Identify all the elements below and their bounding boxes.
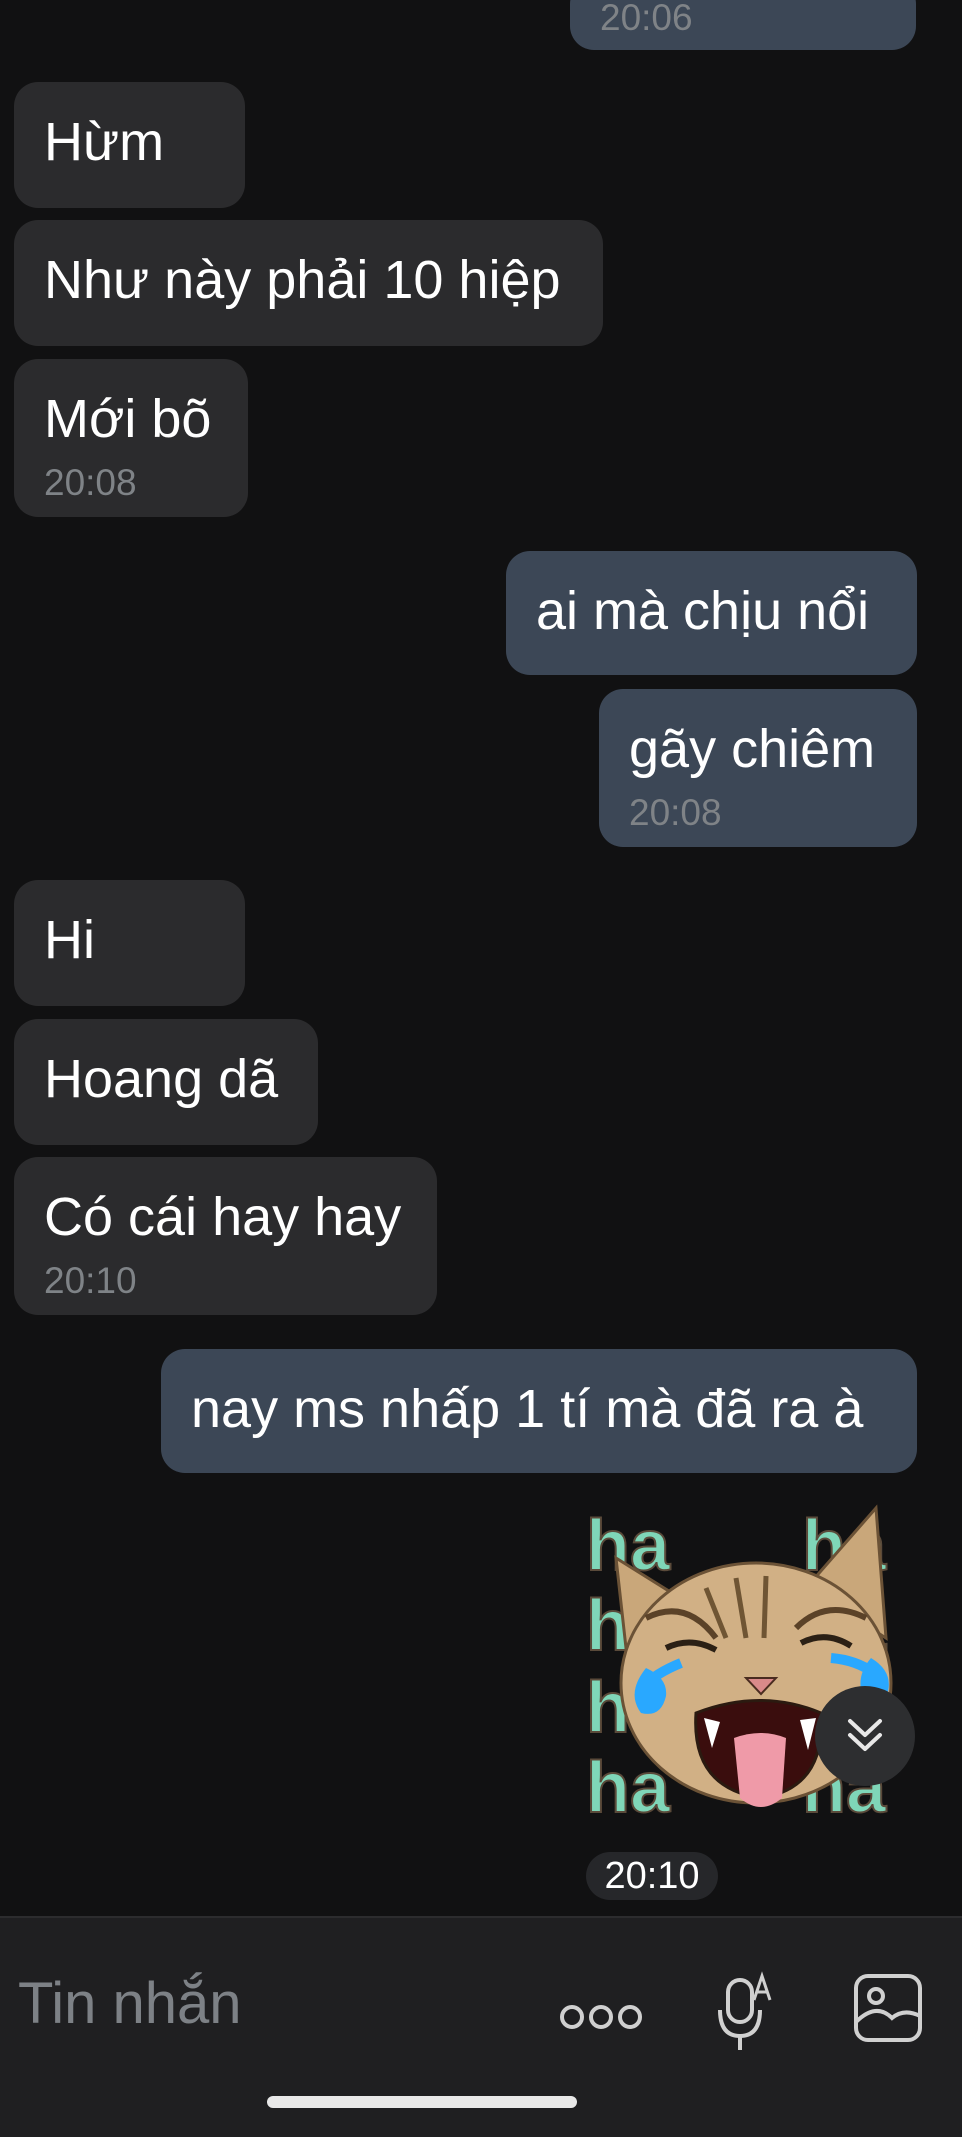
voice-to-text-button[interactable] <box>718 1970 774 2054</box>
message-text: ai mà chịu nổi <box>536 581 870 641</box>
message-bubble-incoming[interactable]: Hoang dã <box>14 1019 318 1145</box>
message-bubble-outgoing[interactable]: 20:06 <box>570 0 916 50</box>
message-text: Có cái hay hay <box>44 1187 402 1247</box>
message-text: gãy chiêm <box>629 719 876 779</box>
message-time: 20:08 <box>44 462 137 503</box>
message-bubble-incoming[interactable]: Hừm <box>14 82 245 208</box>
message-time: 20:08 <box>629 792 722 833</box>
message-bubble-outgoing[interactable]: gãy chiêm 20:08 <box>599 689 917 847</box>
more-options-icon <box>560 2005 642 2029</box>
message-input[interactable] <box>16 1962 520 2044</box>
message-text: Như này phải 10 hiệp <box>44 250 561 310</box>
home-indicator[interactable] <box>267 2096 577 2108</box>
gallery-icon <box>854 1974 922 2042</box>
scroll-to-bottom-button[interactable] <box>815 1686 915 1786</box>
message-bubble-outgoing[interactable]: nay ms nhấp 1 tí mà đã ra à <box>161 1349 917 1473</box>
voice-to-text-icon <box>718 1971 772 2050</box>
message-composer <box>0 1916 962 2137</box>
message-time: 20:06 <box>600 0 693 38</box>
double-chevron-down-icon <box>848 1719 882 1751</box>
message-text: Hi <box>44 910 95 970</box>
message-text: nay ms nhấp 1 tí mà đã ra à <box>191 1379 864 1439</box>
message-bubble-incoming[interactable]: Có cái hay hay 20:10 <box>14 1157 437 1315</box>
message-text: Hừm <box>44 112 165 172</box>
message-bubble-incoming[interactable]: Hi <box>14 880 245 1006</box>
message-time: 20:10 <box>44 1260 137 1301</box>
sticker-time: 20:10 <box>586 1852 718 1900</box>
more-options-button[interactable] <box>558 1992 644 2042</box>
message-bubble-outgoing[interactable]: ai mà chịu nổi <box>506 551 917 675</box>
gallery-button[interactable] <box>852 1972 924 2044</box>
message-text: Hoang dã <box>44 1049 279 1109</box>
message-bubble-incoming[interactable]: Như này phải 10 hiệp <box>14 220 603 346</box>
message-text: Mới bõ <box>44 389 212 449</box>
message-bubble-incoming[interactable]: Mới bõ 20:08 <box>14 359 248 517</box>
